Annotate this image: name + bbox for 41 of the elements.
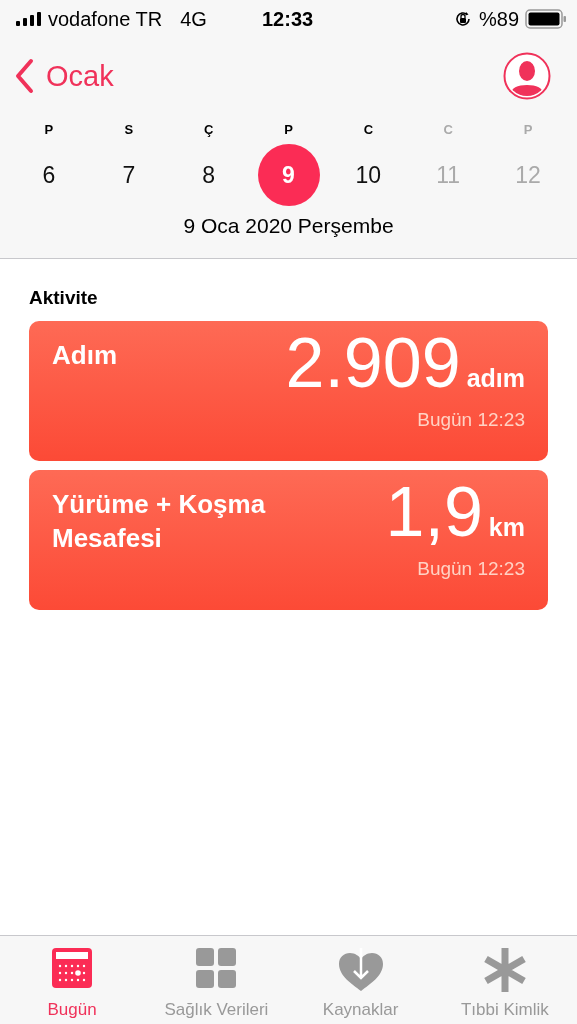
- carrier-name: vodafone TR: [48, 7, 163, 31]
- calendar-icon: [52, 948, 93, 988]
- tab-button[interactable]: Sağlık Verileri: [144, 936, 289, 1024]
- status-time: 12:33: [262, 7, 314, 31]
- metric-value: 2.909: [285, 323, 461, 404]
- profile-avatar-icon[interactable]: [503, 52, 551, 100]
- day-button[interactable]: 10: [337, 144, 400, 206]
- tab-button[interactable]: Kaynaklar: [288, 936, 433, 1024]
- asterisk-icon: [482, 948, 527, 992]
- section-title: Aktivite: [29, 287, 99, 309]
- signal-icon: [16, 12, 42, 26]
- card-title: Adım: [52, 339, 118, 372]
- metric-value: 1,9: [385, 472, 483, 553]
- day-button[interactable]: 6: [17, 144, 80, 206]
- metric-unit: km: [488, 513, 525, 542]
- updated-time: Bugün 12:23: [417, 558, 525, 580]
- weekday-letter: Ç: [203, 122, 214, 139]
- weekday-letter: P: [44, 122, 54, 139]
- tab-button[interactable]: Bugün: [0, 936, 145, 1024]
- heart-download-icon: [337, 948, 384, 992]
- day-button[interactable]: 7: [97, 144, 160, 206]
- network-type: 4G: [180, 7, 207, 31]
- weekday-letter: P: [523, 122, 533, 139]
- metric-unit: adım: [466, 364, 525, 393]
- weekday-letter: P: [284, 122, 293, 139]
- weekday-letter: C: [443, 122, 453, 139]
- chevron-left-icon: [14, 58, 34, 94]
- day-button[interactable]: 9: [257, 144, 320, 206]
- activity-card[interactable]: Adım 2.909 adım Bugün 12:23: [29, 321, 548, 461]
- battery-icon: [525, 9, 567, 29]
- updated-time: Bugün 12:23: [417, 409, 525, 431]
- weekday-letter: S: [124, 122, 134, 139]
- day-button[interactable]: 8: [177, 144, 240, 206]
- tab-button[interactable]: Tıbbi Kimlik: [432, 936, 577, 1024]
- selected-date: 9 Oca 2020 Perşembe: [182, 213, 395, 239]
- grid-icon: [196, 948, 237, 988]
- activity-card[interactable]: Yürüme + Koşma Mesafesi 1,9 km Bugün 12:23: [29, 470, 548, 610]
- battery-percent: %89: [478, 7, 519, 31]
- back-button[interactable]: Ocak: [14, 58, 114, 94]
- card-title: Yürüme + Koşma Mesafesi: [52, 488, 267, 555]
- weekday-letter: C: [363, 122, 374, 139]
